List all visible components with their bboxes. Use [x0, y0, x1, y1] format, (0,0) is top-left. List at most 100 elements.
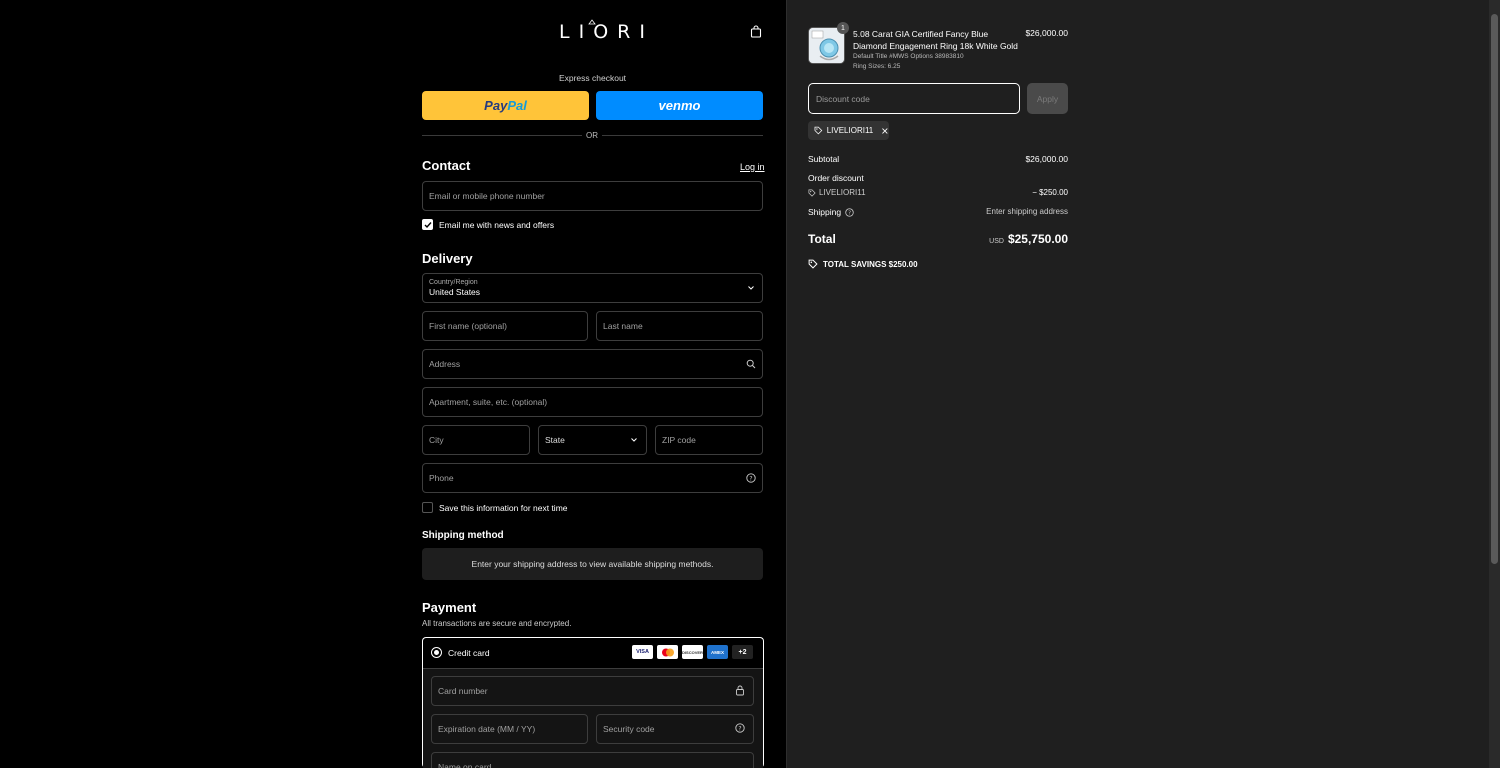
- product-title: 5.08 Carat GIA Certified Fancy Blue Diam…: [853, 29, 1018, 51]
- product-size: Ring Sizes: 6.25: [853, 63, 901, 70]
- discount-code-field[interactable]: [808, 83, 1020, 114]
- apartment-field[interactable]: [422, 387, 763, 417]
- save-info-label: Save this information for next time: [439, 502, 568, 513]
- first-name-input[interactable]: [429, 321, 587, 331]
- apply-button[interactable]: Apply: [1027, 83, 1068, 114]
- email-input[interactable]: [429, 191, 762, 201]
- scrollbar[interactable]: [1489, 0, 1500, 768]
- total-label: Total: [808, 232, 836, 246]
- card-number-input[interactable]: [438, 686, 753, 696]
- credit-card-option[interactable]: Credit card: [431, 647, 490, 658]
- delivery-heading: Delivery: [422, 251, 473, 266]
- expiration-field[interactable]: [431, 714, 588, 744]
- help-icon[interactable]: ?: [746, 473, 756, 483]
- login-link[interactable]: Log in: [740, 162, 765, 172]
- chevron-down-icon: [748, 286, 754, 290]
- amex-icon: AMEX: [707, 645, 728, 659]
- city-input[interactable]: [429, 435, 529, 445]
- discount-code-label: LIVELIORI11: [819, 188, 866, 197]
- venmo-button[interactable]: venmo: [596, 91, 763, 120]
- applied-discount-chip: LIVELIORI11: [808, 121, 889, 140]
- discover-icon: DISCOVER: [682, 645, 703, 659]
- scrollbar-thumb[interactable]: [1491, 14, 1498, 564]
- express-checkout-label: Express checkout: [558, 73, 627, 83]
- total-value: $25,750.00: [1007, 232, 1068, 246]
- search-icon: [746, 359, 756, 369]
- shipping-label: Shipping: [808, 207, 842, 217]
- subtotal-value: $26,000.00: [1025, 154, 1068, 164]
- zip-field[interactable]: [655, 425, 763, 455]
- name-on-card-field[interactable]: [431, 752, 754, 768]
- security-code-input[interactable]: [603, 724, 753, 734]
- shipping-value: Enter shipping address: [986, 207, 1068, 216]
- credit-card-radio[interactable]: [431, 647, 442, 658]
- order-discount-label: Order discount: [808, 173, 864, 183]
- total-row: USD $25,750.00: [958, 232, 1068, 246]
- last-name-input[interactable]: [603, 321, 762, 331]
- paypal-button[interactable]: Pay Pal: [422, 91, 589, 120]
- phone-input[interactable]: [429, 473, 762, 483]
- ring-icon: [588, 19, 596, 25]
- apartment-input[interactable]: [429, 397, 762, 407]
- newsletter-label: Email me with news and offers: [439, 219, 555, 230]
- name-on-card-input[interactable]: [438, 762, 753, 768]
- security-code-field[interactable]: [596, 714, 754, 744]
- city-field[interactable]: [422, 425, 530, 455]
- subtotal-label: Subtotal: [808, 154, 840, 164]
- expiration-input[interactable]: [438, 724, 587, 734]
- visa-icon: VISA: [632, 645, 653, 659]
- zip-input[interactable]: [662, 435, 762, 445]
- mastercard-icon: [657, 645, 678, 659]
- credit-card-label: Credit card: [448, 647, 490, 658]
- payment-heading: Payment: [422, 600, 477, 615]
- shopping-bag-icon[interactable]: [750, 25, 762, 38]
- shipping-row: Shipping ?: [808, 207, 854, 217]
- discount-code-input[interactable]: [816, 93, 1019, 104]
- contact-heading: Contact: [422, 158, 471, 173]
- help-icon[interactable]: ?: [845, 207, 854, 217]
- card-number-field[interactable]: [431, 676, 754, 706]
- checkmark-icon: [424, 221, 432, 228]
- store-logo[interactable]: LIORI: [559, 21, 654, 43]
- paypal-label-pay: Pay: [484, 98, 508, 113]
- card-logos: VISA DISCOVER AMEX +2: [632, 645, 753, 659]
- product-variant: Default Title #MWS Options 38983810: [853, 53, 964, 60]
- paypal-label-pal: Pal: [507, 98, 527, 113]
- discount-value: − $250.00: [1032, 188, 1068, 197]
- or-label: OR: [582, 131, 602, 140]
- total-savings: TOTAL SAVINGS $250.00: [823, 259, 918, 269]
- address-input[interactable]: [429, 359, 762, 369]
- svg-text:?: ?: [738, 725, 741, 732]
- last-name-field[interactable]: [596, 311, 763, 341]
- tag-icon: [814, 126, 823, 135]
- svg-text:?: ?: [749, 475, 752, 482]
- save-info-row[interactable]: Save this information for next time: [422, 502, 568, 513]
- phone-field[interactable]: [422, 463, 763, 493]
- tag-icon: [808, 259, 818, 269]
- product-info: 5.08 Carat GIA Certified Fancy Blue Diam…: [853, 28, 1023, 71]
- svg-text:?: ?: [848, 210, 851, 216]
- shipping-method-heading: Shipping method: [422, 530, 504, 541]
- tag-icon: [808, 189, 816, 197]
- help-icon[interactable]: ?: [735, 723, 745, 733]
- checkout-main: LIORI Express checkout Pay Pal venmo OR C…: [0, 0, 786, 768]
- chevron-down-icon: [631, 438, 637, 442]
- discount-code-row: LIVELIORI11: [808, 188, 866, 197]
- country-select[interactable]: Country/Region United States: [422, 273, 763, 303]
- address-field[interactable]: [422, 349, 763, 379]
- newsletter-row[interactable]: Email me with news and offers: [422, 219, 554, 230]
- more-cards-badge: +2: [732, 645, 753, 659]
- state-label: State: [545, 435, 565, 445]
- country-label: Country/Region: [429, 279, 478, 286]
- order-summary: [786, 0, 1500, 768]
- email-field[interactable]: [422, 181, 763, 211]
- first-name-field[interactable]: [422, 311, 588, 341]
- lock-icon: [736, 685, 744, 696]
- save-info-checkbox[interactable]: [422, 502, 433, 513]
- close-icon[interactable]: [881, 127, 889, 135]
- newsletter-checkbox[interactable]: [422, 219, 433, 230]
- payment-subtitle: All transactions are secure and encrypte…: [422, 619, 572, 628]
- country-value: United States: [429, 287, 481, 297]
- savings-row: TOTAL SAVINGS $250.00: [808, 259, 918, 269]
- applied-discount-code: LIVELIORI11: [826, 126, 874, 135]
